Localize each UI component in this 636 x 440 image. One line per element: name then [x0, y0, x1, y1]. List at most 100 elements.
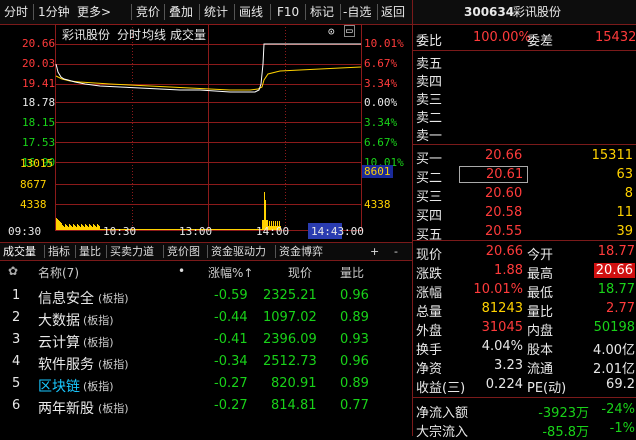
- volume-bar: [246, 229, 247, 230]
- sector-name[interactable]: 软件服务: [38, 354, 94, 374]
- tab-indicator[interactable]: 指标: [48, 244, 70, 259]
- volume-bar: [234, 229, 235, 230]
- volume-bar: [160, 229, 161, 230]
- chart-canvas[interactable]: [0, 24, 412, 242]
- sector-row[interactable]: 2 大数据 (板指) -0.44 1097.02 0.89: [0, 307, 412, 329]
- sector-row[interactable]: 1 信息安全 (板指) -0.59 2325.21 0.96: [0, 285, 412, 307]
- sector-row[interactable]: 4 软件服务 (板指) -0.34 2512.73 0.96: [0, 351, 412, 373]
- volume-bar: [252, 229, 253, 230]
- tab-volume-ratio[interactable]: 量比: [79, 244, 101, 259]
- volume-bar: [240, 229, 241, 230]
- flow-label: 净流入额: [416, 406, 469, 421]
- gear-icon[interactable]: ✿: [8, 264, 18, 278]
- volume-bars: [56, 192, 281, 230]
- toolbar-mark-button[interactable]: 标记: [310, 3, 334, 21]
- pct-tick: 3.34%: [364, 116, 398, 129]
- toolbar-intraday-button[interactable]: 分时: [4, 3, 28, 21]
- row-index: 3: [12, 332, 21, 347]
- volume-bar: [219, 229, 220, 230]
- quote-row: 收益(三) 0.224 PE(动) 69.2: [413, 377, 636, 396]
- sector-name[interactable]: 信息安全: [38, 288, 94, 308]
- sector-change: -0.44: [214, 310, 248, 325]
- bid-row[interactable]: 买三 20.60 8: [413, 186, 636, 205]
- quote-label: 流通: [527, 362, 554, 377]
- tab-volume[interactable]: 成交量: [3, 244, 36, 259]
- col-header-price[interactable]: 现价: [288, 264, 312, 281]
- tab-auction-chart[interactable]: 竞价图: [167, 244, 200, 259]
- volume-bar: [177, 229, 178, 230]
- bid-row[interactable]: 买一 20.66 15311: [413, 148, 636, 167]
- volume-bar: [85, 224, 86, 230]
- toolbar-overlay-button[interactable]: 叠加: [169, 3, 193, 21]
- col-header-change[interactable]: 涨幅%↑: [208, 264, 253, 281]
- volume-bar: [87, 226, 88, 230]
- tab-remove-button[interactable]: -: [394, 244, 398, 259]
- bid-row[interactable]: 买四 20.58 11: [413, 205, 636, 224]
- tab-buy-sell-force[interactable]: 买卖力道: [110, 244, 154, 259]
- sector-name[interactable]: 区块链: [38, 376, 80, 396]
- intraday-chart[interactable]: 彩讯股份 分时 均线 成交量 ⊙ ▭ 20.66 20.03 19.41 18.…: [0, 24, 412, 242]
- volume-bar: [161, 229, 162, 230]
- quote-row: 外盘 31045 内盘 50198: [413, 320, 636, 339]
- sector-name[interactable]: 云计算: [38, 332, 80, 352]
- tab-capital-drive[interactable]: 资金驱动力: [211, 244, 266, 259]
- volume-bar: [149, 229, 150, 230]
- ask-row[interactable]: 卖一: [413, 125, 636, 144]
- bid-row[interactable]: 买五 20.55 39: [413, 224, 636, 243]
- toolbar-f10-button[interactable]: F10: [277, 3, 299, 21]
- vol-cursor-value: 8601: [362, 165, 393, 178]
- avg-line-label: 均线: [142, 28, 167, 42]
- volume-bar: [174, 229, 175, 230]
- volume-bar: [248, 229, 249, 230]
- bid-label: 买三: [416, 190, 443, 205]
- volume-bar: [241, 229, 242, 230]
- volume-bar: [171, 229, 172, 230]
- col-header-ratio[interactable]: 量比: [340, 264, 364, 281]
- volume-bar: [164, 229, 165, 230]
- volume-bar: [153, 229, 154, 230]
- quote-value: 2.77: [606, 301, 635, 316]
- toolbar-stats-button[interactable]: 统计: [204, 3, 228, 21]
- sector-name[interactable]: 两年新股: [38, 398, 94, 418]
- sector-name[interactable]: 大数据: [38, 310, 80, 330]
- ask-row[interactable]: 卖四: [413, 71, 636, 90]
- sector-row[interactable]: 3 云计算 (板指) -0.41 2396.09 0.93: [0, 329, 412, 351]
- toolbar-1min-button[interactable]: 1分钟: [38, 3, 70, 21]
- volume-bar: [59, 221, 60, 230]
- quote-value: 31045: [481, 320, 523, 335]
- ask-row[interactable]: 卖三: [413, 89, 636, 108]
- price-tick: 17.53: [22, 136, 56, 149]
- volume-bar: [83, 226, 84, 230]
- toolbar-more-button[interactable]: 更多>: [77, 3, 111, 21]
- col-header-name[interactable]: 名称(7): [38, 264, 79, 281]
- volume-bar: [231, 229, 232, 230]
- volume-bar: [212, 229, 213, 230]
- sector-row[interactable]: 5 区块链 (板指) -0.27 820.91 0.89: [0, 373, 412, 395]
- toolbar-draw-button[interactable]: 画线: [239, 3, 263, 21]
- volume-bar: [69, 224, 70, 230]
- quote-panel: 委比 100.00% 委差 15432 卖五 卖四 卖三 卖二 卖一 买一 20.66 15…: [412, 0, 636, 440]
- chart-settings-icon[interactable]: ⊙: [328, 25, 335, 38]
- volume-bar: [235, 229, 236, 230]
- volume-bar: [140, 229, 141, 230]
- tab-add-button[interactable]: +: [370, 244, 379, 259]
- sector-ratio: 0.96: [340, 288, 369, 303]
- quote-label: PE(动): [527, 381, 567, 396]
- chart-expand-icon[interactable]: ▭: [344, 25, 355, 37]
- ask-row[interactable]: 卖二: [413, 107, 636, 126]
- ask-row[interactable]: 卖五: [413, 53, 636, 72]
- toolbar-auction-button[interactable]: 竞价: [136, 3, 160, 21]
- flow-value: -85.8万: [542, 425, 589, 440]
- tab-capital-game[interactable]: 资金博弈: [279, 244, 323, 259]
- flow-row: 大宗流入 -85.8万 -1%: [413, 421, 636, 440]
- toolbar-back-button[interactable]: 返回: [381, 3, 405, 21]
- quote-label: 今开: [527, 248, 554, 263]
- volume-bar: [68, 227, 69, 230]
- row-index: 4: [12, 354, 21, 369]
- bid-row[interactable]: 买二 20.61 63: [413, 166, 636, 186]
- sector-row[interactable]: 6 两年新股 (板指) -0.27 814.81 0.77: [0, 395, 412, 417]
- volume-bar: [218, 229, 219, 230]
- bid-price: 20.58: [485, 205, 523, 220]
- toolbar-watchlist-button[interactable]: -自选: [343, 3, 371, 21]
- sector-ratio: 0.96: [340, 354, 369, 369]
